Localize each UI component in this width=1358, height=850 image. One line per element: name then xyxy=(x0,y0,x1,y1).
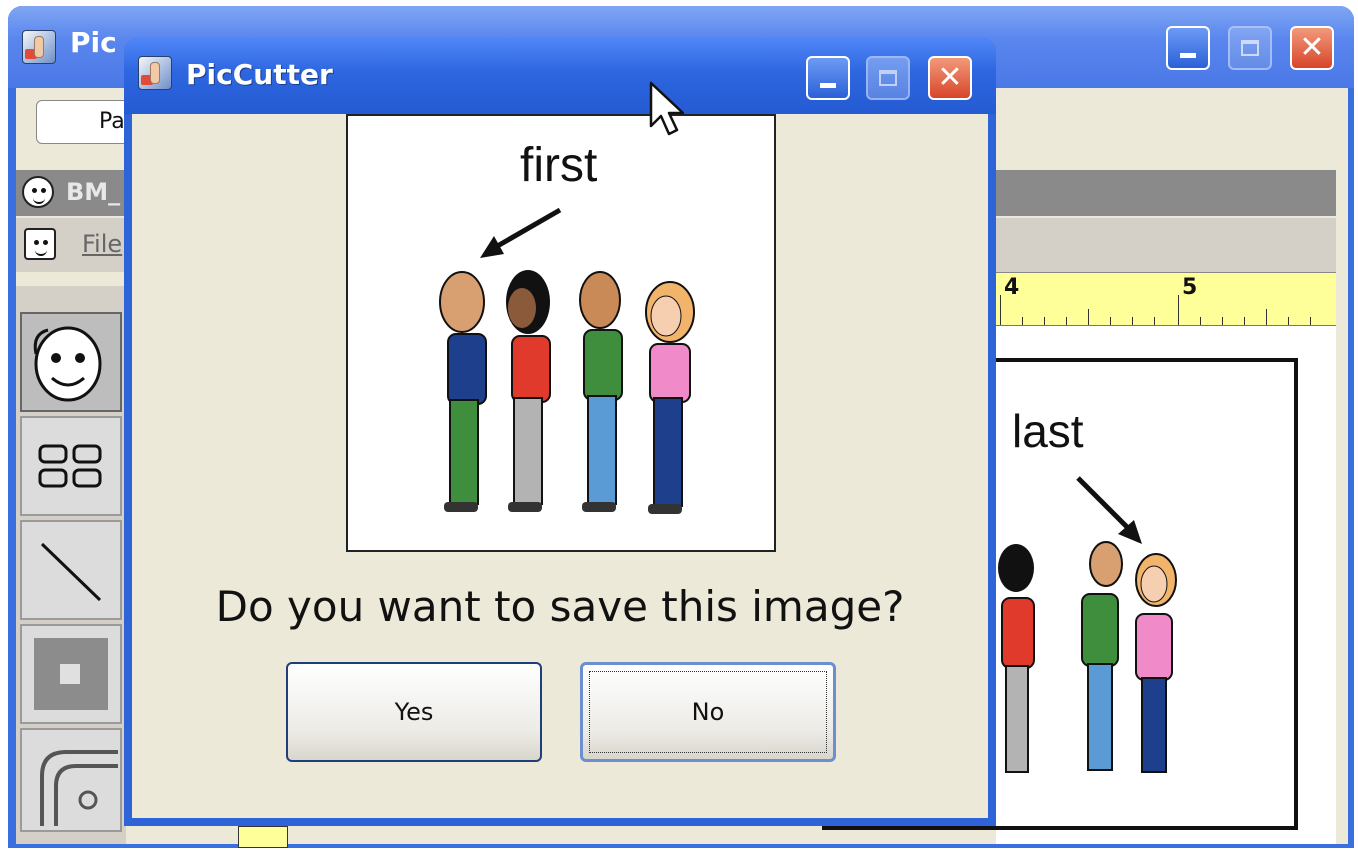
main-maximize-button xyxy=(1228,26,1272,70)
document-title: BM_ xyxy=(66,178,121,206)
tool-face[interactable] xyxy=(20,312,122,412)
app-icon xyxy=(22,30,56,64)
tool-grid[interactable] xyxy=(20,416,122,516)
face-icon xyxy=(24,228,56,260)
ruler-number: 5 xyxy=(1182,275,1198,300)
grid-icon xyxy=(38,444,102,488)
horizontal-ruler: 4 5 xyxy=(996,272,1336,327)
dialog-maximize-button xyxy=(866,56,910,100)
arrow-cursor-icon xyxy=(649,81,684,136)
tool-line[interactable] xyxy=(20,520,122,620)
maximize-icon xyxy=(1241,40,1259,56)
dialog-title: PicCutter xyxy=(186,58,333,91)
preview-image-label: first xyxy=(520,139,598,192)
tool-rounded-shape[interactable] xyxy=(20,728,122,832)
people-line-illustration xyxy=(998,476,1177,773)
paste-button[interactable]: Pa xyxy=(36,100,136,144)
main-close-button[interactable]: ✕ xyxy=(1290,26,1334,70)
rectangle-icon xyxy=(34,638,108,710)
main-window-title: Pic xyxy=(70,26,117,59)
minimize-icon xyxy=(1180,52,1196,58)
rounded-shape-icon xyxy=(40,750,118,826)
canvas-image-label: last xyxy=(1012,405,1084,457)
maximize-icon xyxy=(879,70,897,86)
ruler-corner xyxy=(238,826,288,848)
app-icon xyxy=(138,56,172,90)
tool-rectangle[interactable] xyxy=(20,624,122,724)
yes-button[interactable]: Yes xyxy=(286,662,542,762)
line-icon xyxy=(40,542,102,602)
minimize-icon xyxy=(820,82,836,88)
ruler-number: 4 xyxy=(1004,275,1020,300)
no-button[interactable]: No xyxy=(580,662,836,762)
focus-rectangle xyxy=(589,671,827,753)
dialog-minimize-button[interactable] xyxy=(806,56,850,100)
close-icon: ✕ xyxy=(1299,30,1325,65)
save-question: Do you want to save this image? xyxy=(215,582,905,631)
people-line-preview-illustration xyxy=(439,207,695,514)
face-icon xyxy=(33,326,102,402)
main-minimize-button[interactable] xyxy=(1166,26,1210,70)
dialog-close-button[interactable]: ✕ xyxy=(928,56,972,100)
face-icon xyxy=(22,176,54,208)
menu-file[interactable]: File xyxy=(82,230,122,258)
close-icon: ✕ xyxy=(937,60,963,95)
